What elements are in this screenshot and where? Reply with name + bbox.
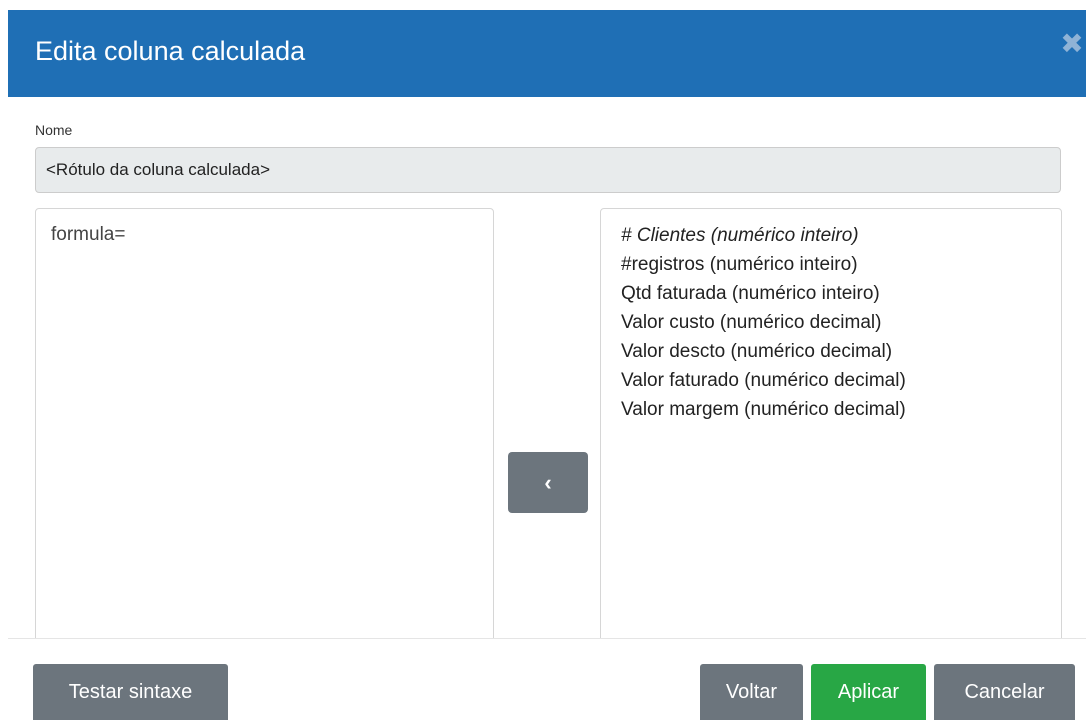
field-item[interactable]: # Clientes (numérico inteiro): [621, 221, 1041, 250]
name-input[interactable]: [35, 147, 1061, 193]
formula-textarea[interactable]: formula=: [35, 208, 494, 648]
field-item[interactable]: Qtd faturada (numérico inteiro): [621, 279, 1041, 308]
dialog-title: Edita coluna calculada: [35, 36, 306, 66]
cancel-button[interactable]: Cancelar: [934, 664, 1075, 720]
close-icon[interactable]: ✖: [1058, 30, 1086, 58]
field-item[interactable]: Valor margem (numérico decimal): [621, 395, 1041, 424]
apply-button[interactable]: Aplicar: [811, 664, 926, 720]
edit-calculated-column-dialog: Edita coluna calculada ✖ Nome formula= ‹…: [0, 0, 1086, 720]
dialog-header: Edita coluna calculada ✖: [8, 10, 1086, 97]
chevron-left-icon: ‹: [544, 469, 552, 495]
field-item[interactable]: #registros (numérico inteiro): [621, 250, 1041, 279]
footer-divider: [8, 638, 1086, 639]
field-item[interactable]: Valor descto (numérico decimal): [621, 337, 1041, 366]
back-button[interactable]: Voltar: [700, 664, 803, 720]
name-label: Nome: [35, 122, 73, 138]
insert-field-button[interactable]: ‹: [508, 452, 588, 513]
test-syntax-button[interactable]: Testar sintaxe: [33, 664, 228, 720]
available-fields-list[interactable]: # Clientes (numérico inteiro) #registros…: [600, 208, 1062, 648]
field-item[interactable]: Valor custo (numérico decimal): [621, 308, 1041, 337]
field-item[interactable]: Valor faturado (numérico decimal): [621, 366, 1041, 395]
